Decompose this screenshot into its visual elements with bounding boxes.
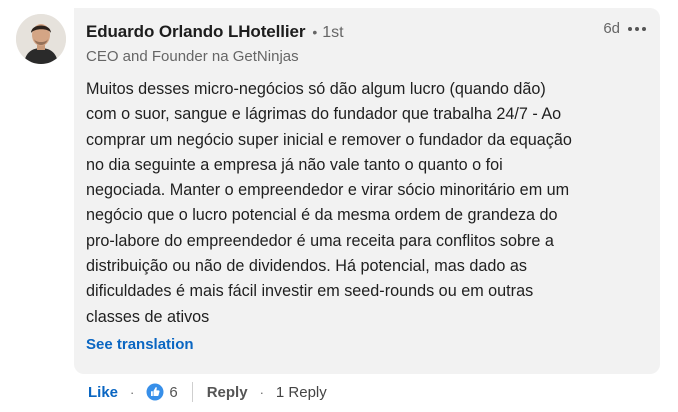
reply-button[interactable]: Reply [207, 384, 248, 401]
avatar-photo [16, 14, 66, 64]
ellipsis-dot [628, 26, 632, 31]
comment-text: Muitos desses micro-negócios só dão algu… [86, 80, 572, 326]
ellipsis-dot [642, 26, 646, 31]
see-translation-link[interactable]: See translation [86, 336, 194, 353]
reactions-summary[interactable]: 6 [146, 383, 178, 401]
avatar[interactable] [16, 14, 66, 64]
author-name[interactable]: Eduardo Orlando LHotellier [86, 22, 305, 42]
divider [191, 382, 193, 402]
author-row: Eduardo Orlando LHotellier • 1st [86, 22, 344, 42]
reaction-count: 6 [169, 383, 178, 401]
reply-count-link[interactable]: 1 Reply [276, 384, 327, 401]
comment-time: 6d [603, 20, 620, 37]
action-separator: · [259, 384, 264, 400]
connection-degree: 1st [322, 24, 344, 41]
comment-meta: 6d [603, 20, 646, 37]
action-separator: · [130, 384, 135, 400]
comment-actions: Like · 6 Reply · 1 Reply [88, 380, 327, 404]
ellipsis-dot [635, 26, 639, 31]
degree-separator: • [312, 24, 318, 40]
comment-bubble: Eduardo Orlando LHotellier • 1st CEO and… [74, 8, 660, 374]
like-button[interactable]: Like [88, 384, 118, 401]
author-headline: CEO and Founder na GetNinjas [86, 48, 299, 65]
comment-thread: Eduardo Orlando LHotellier • 1st CEO and… [0, 0, 678, 412]
thumbs-up-icon [146, 383, 164, 401]
ellipsis-icon[interactable] [628, 25, 646, 33]
